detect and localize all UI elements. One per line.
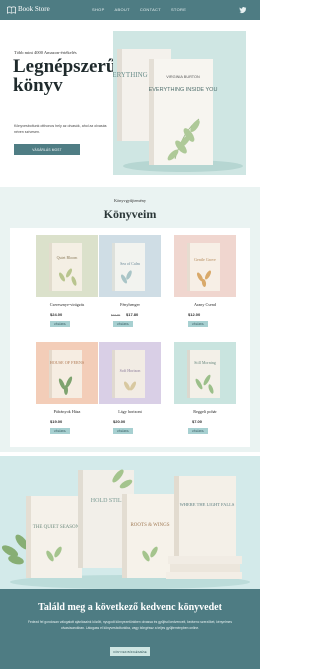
collection-section: Könyvgyűjtemény Könyveim Quiet Bloom Cse… <box>0 187 260 452</box>
buy-button[interactable]: VÁSÁROL <box>188 428 208 434</box>
front-book-author: VIRGINIA BURTON <box>166 75 200 79</box>
book-old-price: $13.90 <box>111 313 121 317</box>
book-price: $19.00 <box>50 419 63 424</box>
hero-kicker: Több mint 4000 Amazon-értékelés <box>14 50 77 55</box>
book-title: Fényhenger <box>120 302 140 307</box>
cta-banner: Találd meg a következő kedvenc könyvedet… <box>0 589 260 669</box>
browse-books-button[interactable]: KÖNYVEK BÖNGÉSZÉSE <box>110 647 150 656</box>
book-title: Arany Csend <box>194 302 216 307</box>
svg-text:Still Morning: Still Morning <box>194 360 216 365</box>
buy-button[interactable]: VÁSÁROL <box>113 428 133 434</box>
buy-button[interactable]: VÁSÁROL <box>50 321 70 327</box>
twitter-icon[interactable] <box>239 6 247 14</box>
nav-menu: SHOP ABOUT CONTACT STORE <box>92 7 186 12</box>
hero-books-illustration: EVERYTHING INSIDE YOU VIRGINIA BURTON EV… <box>113 31 246 175</box>
svg-text:HOUSE OF FERNS: HOUSE OF FERNS <box>50 360 85 365</box>
shop-now-button[interactable]: VÁSÁRLÁS MOST <box>14 144 80 155</box>
book-price: $12.00 <box>188 312 201 317</box>
svg-text:Quiet Bloom: Quiet Bloom <box>57 255 79 260</box>
svg-text:Gentle Grove: Gentle Grove <box>194 257 216 262</box>
cta-description: Fedezd fel gondosan válogatott ajánlásai… <box>28 620 232 630</box>
book-title: Lágy horizont <box>118 409 142 414</box>
product-grid: Quiet Bloom Cseresznye-virágzás $24.00 V… <box>10 228 250 447</box>
buy-button[interactable]: VÁSÁROL <box>50 428 70 434</box>
nav-link-about[interactable]: ABOUT <box>115 7 130 12</box>
product-card[interactable]: Sea of Calm Fényhenger $13.90 $17.80 VÁS… <box>99 235 169 335</box>
nav-link-store[interactable]: STORE <box>171 7 186 12</box>
book-cover-image[interactable]: Quiet Bloom <box>36 235 98 297</box>
showcase-book-4: WHERE THE LIGHT FALLS <box>180 502 235 507</box>
buy-button[interactable]: VÁSÁROL <box>188 321 208 327</box>
book-price: $20.00 <box>113 419 126 424</box>
book-title: Cseresznye-virágzás <box>49 302 85 307</box>
showcase-book-3: ROOTS & WINGS <box>130 523 169 528</box>
book-cover-image[interactable]: Sea of Calm <box>99 235 161 297</box>
hero-description: Könyvesboltunk otthonos hely az olvasók,… <box>14 124 107 134</box>
cta-title: Találd meg a következő kedvenc könyvedet <box>38 602 222 613</box>
book-price: $17.80 <box>126 312 139 317</box>
nav-link-shop[interactable]: SHOP <box>92 7 105 12</box>
collection-kicker: Könyvgyűjtemény <box>114 198 146 203</box>
book-price: $24.00 <box>50 312 63 317</box>
showcase-book-1: THE QUIET SEASON <box>33 525 80 530</box>
book-cover-image[interactable]: HOUSE OF FERNS <box>36 342 98 404</box>
svg-text:Sea of Calm: Sea of Calm <box>120 261 141 266</box>
book-showcase-image: THE QUIET SEASON HOLD STILL ROOTS & WING… <box>0 456 260 589</box>
collection-title: Könyveim <box>103 207 157 221</box>
top-navbar: Book Store SHOP ABOUT CONTACT STORE <box>0 0 260 20</box>
product-card[interactable]: Still Morning Reggeli pohár $7.00 VÁSÁRO… <box>174 342 244 442</box>
hero-section: Több mint 4000 Amazon-értékelés Legnépsz… <box>0 20 260 180</box>
product-card[interactable]: Quiet Bloom Cseresznye-virágzás $24.00 V… <box>36 235 106 335</box>
book-cover-image[interactable]: Still Morning <box>174 342 236 404</box>
book-cover-image[interactable]: Soft Horizon <box>99 342 161 404</box>
product-card[interactable]: Gentle Grove Arany Csend $12.00 VÁSÁROL <box>174 235 244 335</box>
site-logo[interactable]: Book Store <box>18 5 50 13</box>
svg-text:Soft Horizon: Soft Horizon <box>120 368 141 373</box>
book-cover-image[interactable]: Gentle Grove <box>174 235 236 297</box>
product-card[interactable]: Soft Horizon Lágy horizont $20.00 VÁSÁRO… <box>99 342 169 442</box>
front-book-title: EVERYTHING INSIDE YOU <box>149 87 218 93</box>
buy-button[interactable]: VÁSÁROL <box>113 321 133 327</box>
book-icon <box>7 6 16 14</box>
hero-book-image: EVERYTHING INSIDE YOU VIRGINIA BURTON EV… <box>113 31 246 175</box>
hero-title: Legnépszerűbb könyv <box>13 56 138 96</box>
nav-link-contact[interactable]: CONTACT <box>140 7 161 12</box>
book-title: Reggeli pohár <box>193 409 217 414</box>
book-title: Páfrányok Háza <box>53 409 81 414</box>
product-card[interactable]: HOUSE OF FERNS Páfrányok Háza $19.00 VÁS… <box>36 342 106 442</box>
showcase-book-2: HOLD STILL <box>91 498 126 504</box>
book-price: $7.00 <box>192 419 203 424</box>
